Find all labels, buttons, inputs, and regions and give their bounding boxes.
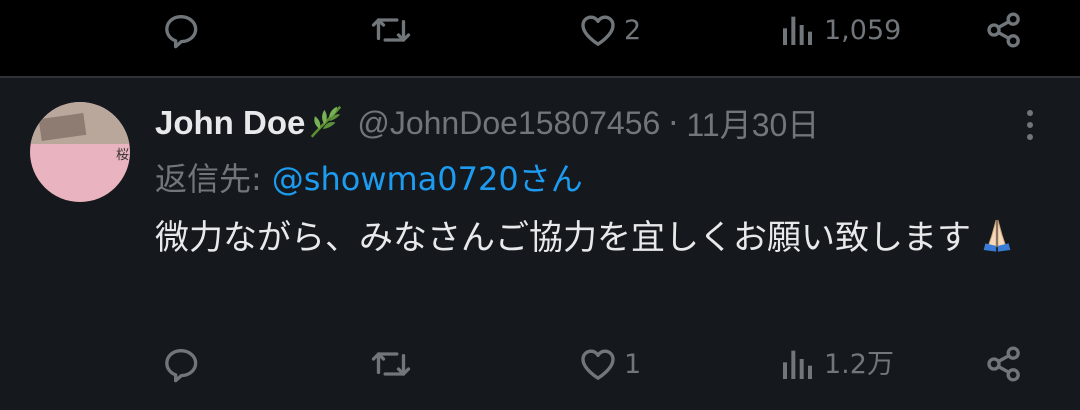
views-button[interactable]: 1.2万	[778, 336, 894, 392]
retweet-icon	[371, 18, 411, 42]
avatar[interactable]: 桜	[30, 102, 130, 202]
retweet-icon	[371, 352, 411, 376]
tweet-text: 微力ながら、みなさんご協力を宜しくお願い致します	[155, 212, 1055, 270]
reply-target-link[interactable]: @showma0720さん	[272, 154, 583, 200]
heart-icon	[581, 15, 615, 46]
share-button[interactable]	[984, 336, 1024, 392]
previous-tweet-action-bar: 2 1,059	[0, 2, 1080, 58]
like-button[interactable]: 1	[578, 336, 641, 392]
previous-tweet: 2 1,059	[0, 0, 1080, 76]
like-button[interactable]: 2	[578, 2, 641, 58]
more-dot-icon	[1027, 110, 1033, 116]
reply-button[interactable]	[161, 336, 207, 392]
like-count: 1	[624, 348, 642, 380]
tweet-text-content: 微力ながら、みなさんご協力を宜しくお願い致します	[155, 218, 971, 258]
retweet-button[interactable]	[370, 336, 418, 392]
tweet-date[interactable]: 11月30日	[686, 100, 819, 146]
author-display-name[interactable]: John Doe	[155, 104, 305, 142]
more-dot-icon	[1027, 122, 1033, 128]
reply-context: 返信先: @showma0720さん	[155, 154, 583, 200]
views-icon	[783, 350, 812, 379]
tweet-header: John Doe @JohnDoe15807456 · 11月30日	[155, 100, 819, 146]
avatar-text: 桜	[116, 148, 130, 163]
folded-hands-icon	[977, 215, 1017, 270]
views-icon	[783, 16, 812, 45]
views-count: 1,059	[824, 14, 902, 46]
like-count: 2	[624, 14, 642, 46]
reply-label: 返信先:	[155, 160, 262, 198]
share-icon	[987, 12, 1020, 48]
heart-icon	[581, 349, 615, 380]
retweet-button[interactable]	[370, 2, 418, 58]
header-separator: ·	[668, 104, 679, 142]
leaf-icon	[307, 102, 345, 144]
author-handle[interactable]: @JohnDoe15807456	[357, 105, 660, 142]
reply-button[interactable]	[161, 2, 207, 58]
share-button[interactable]	[984, 2, 1024, 58]
views-count: 1.2万	[824, 348, 894, 380]
share-icon	[987, 346, 1020, 382]
tweet-action-bar: 1 1.2万	[0, 336, 1080, 392]
reply-icon	[165, 15, 198, 49]
views-button[interactable]: 1,059	[778, 2, 901, 58]
reply-icon	[165, 349, 198, 383]
more-options-button[interactable]	[1020, 108, 1040, 142]
more-dot-icon	[1027, 134, 1033, 140]
